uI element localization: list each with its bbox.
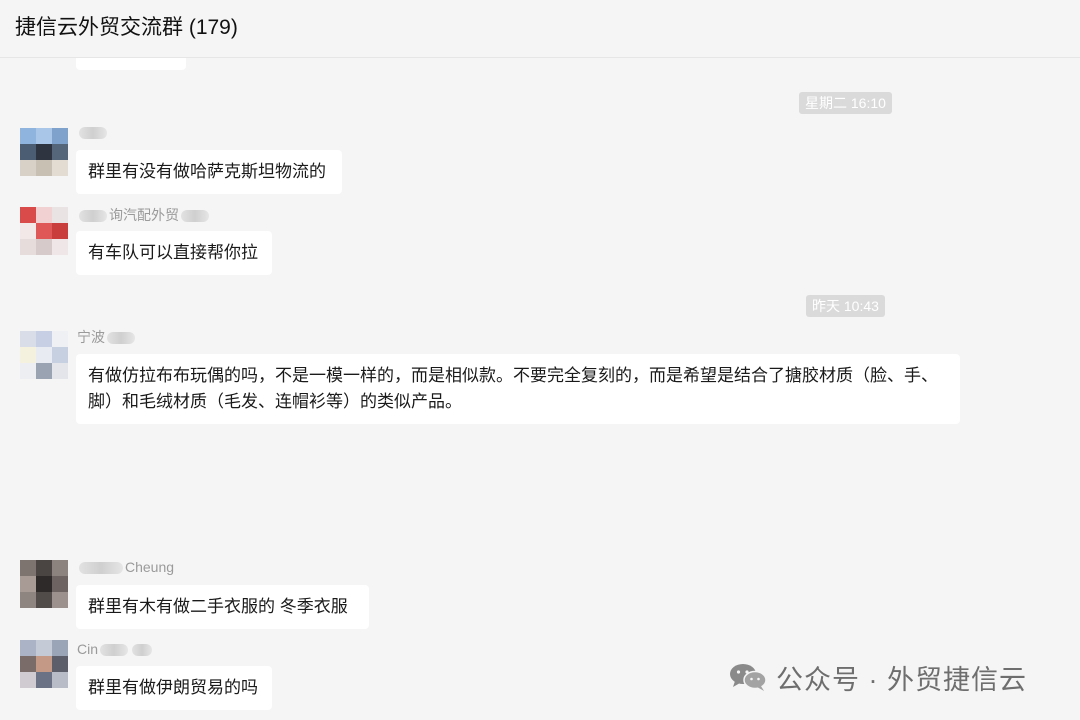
avatar[interactable]	[20, 560, 68, 608]
message-bubble[interactable]: 有做仿拉布布玩偶的吗，不是一模一样的，而是相似款。不要完全复刻的，而是希望是结合…	[76, 354, 960, 424]
wechat-icon	[730, 664, 767, 691]
message-list[interactable]: 星期二 16:10 群里有没有做哈萨克斯坦物流的 询汽配外贸 有车队可以直接帮你…	[0, 58, 1080, 720]
watermark: 公众号 · 外贸捷信云	[728, 659, 1027, 695]
watermark-text: 公众号 · 外贸捷信云	[776, 664, 1027, 695]
sender-name: Cin	[77, 641, 154, 657]
redacted-name	[132, 644, 153, 657]
redacted-name	[79, 210, 107, 223]
redacted-name	[79, 562, 123, 575]
redacted-name	[100, 644, 129, 657]
avatar[interactable]	[20, 207, 68, 255]
group-title[interactable]: 捷信云外贸交流群 (179)	[15, 11, 238, 41]
avatar[interactable]	[20, 128, 68, 176]
avatar[interactable]	[20, 331, 68, 379]
sender-name: Cheung	[77, 559, 174, 575]
timestamp: 昨天 10:43	[806, 295, 885, 317]
redacted-name	[79, 127, 107, 140]
sender-name: 询汽配外贸	[77, 205, 211, 225]
avatar[interactable]	[20, 640, 68, 688]
message-bubble[interactable]: 群里有做伊朗贸易的吗	[76, 666, 272, 710]
message-bubble[interactable]: 群里有木有做二手衣服的 冬季衣服	[76, 585, 369, 629]
timestamp: 星期二 16:10	[799, 92, 892, 114]
message-bubble[interactable]: 群里有没有做哈萨克斯坦物流的	[76, 150, 342, 194]
sender-name	[77, 124, 109, 140]
message-bubble[interactable]: 有车队可以直接帮你拉	[76, 231, 272, 275]
previous-message-bubble	[76, 58, 186, 70]
redacted-name	[107, 332, 135, 345]
redacted-name	[181, 210, 209, 223]
chat-header: 捷信云外贸交流群 (179)	[0, 0, 1080, 58]
sender-name: 宁波	[77, 327, 137, 347]
